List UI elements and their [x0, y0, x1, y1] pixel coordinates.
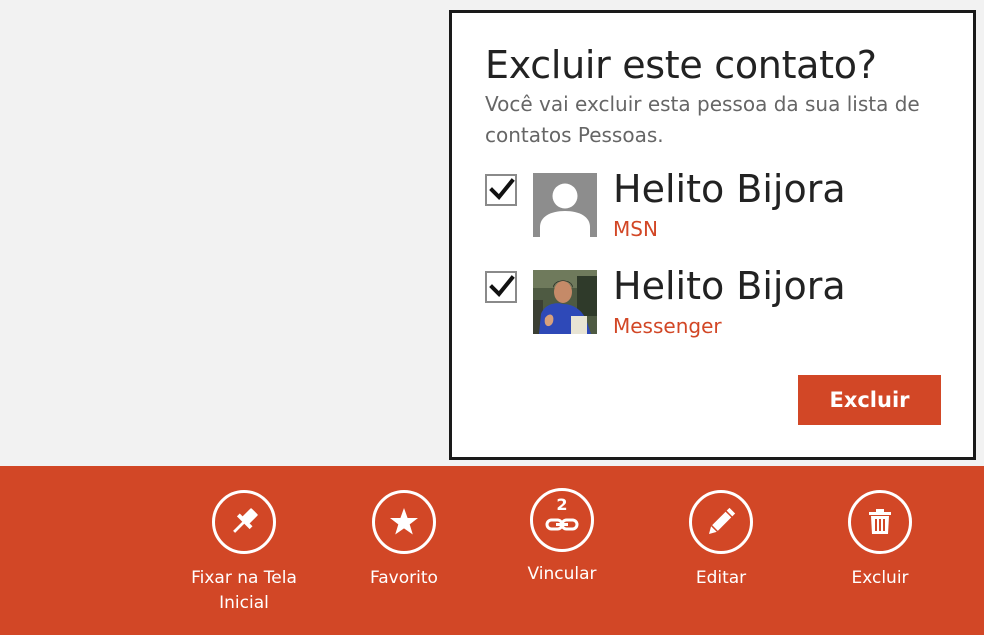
checkmark-icon: [489, 178, 515, 200]
delete-contact-dialog: Excluir este contato? Você vai excluir e…: [449, 10, 976, 460]
edit-label: Editar: [695, 568, 747, 588]
star-icon: [372, 490, 436, 554]
delete-button[interactable]: Excluir: [810, 466, 950, 635]
app-bar: Fixar na Tela Inicial Favorito 2 Vincula…: [0, 466, 984, 635]
contact-name: Helito Bijora: [613, 167, 846, 211]
profile-photo: [533, 270, 597, 334]
contact-row: Helito Bijora Messenger: [485, 264, 945, 338]
favorite-button[interactable]: Favorito: [334, 466, 474, 635]
dialog-description: Você vai excluir esta pessoa da sua list…: [485, 92, 920, 147]
contact-checkbox[interactable]: [485, 174, 517, 206]
pin-to-start-label: Fixar na Tela Inicial: [191, 568, 297, 613]
pin-icon: [212, 490, 276, 554]
link-button[interactable]: 2 Vincular: [492, 466, 632, 635]
contact-row: Helito Bijora MSN: [485, 167, 945, 241]
contact-source: Messenger: [613, 314, 722, 338]
delete-label: Excluir: [851, 568, 909, 588]
dialog-title: Excluir este contato?: [485, 43, 877, 87]
pin-to-start-button[interactable]: Fixar na Tela Inicial: [174, 466, 314, 635]
edit-button[interactable]: Editar: [651, 466, 791, 635]
default-person-icon: [533, 173, 597, 237]
favorite-label: Favorito: [370, 568, 438, 588]
contact-source: MSN: [613, 217, 658, 241]
contact-checkbox[interactable]: [485, 271, 517, 303]
link-label: Vincular: [527, 564, 597, 584]
pencil-icon: [689, 490, 753, 554]
trash-icon: [848, 490, 912, 554]
contact-name: Helito Bijora: [613, 264, 846, 308]
link-icon: 2: [530, 488, 594, 552]
checkmark-icon: [489, 275, 515, 297]
confirm-delete-button[interactable]: Excluir: [798, 375, 941, 425]
